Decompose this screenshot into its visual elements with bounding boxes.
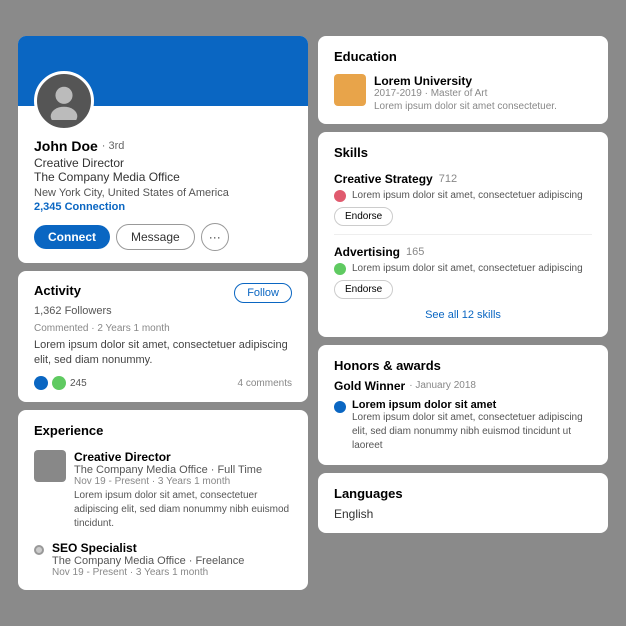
education-school-icon — [334, 74, 366, 106]
experience-dot-icon-1 — [34, 545, 44, 555]
skill-desc-1: Lorem ipsum dolor sit amet, consectetuer… — [334, 263, 592, 275]
languages-title: Languages — [334, 486, 403, 501]
activity-text: Lorem ipsum dolor sit amet, consectetuer… — [34, 338, 292, 369]
skills-section: Skills Creative Strategy 712 Lorem ipsum… — [318, 132, 608, 337]
honors-short-text: Lorem ipsum dolor sit amet — [352, 399, 592, 411]
language-text-0: English — [334, 507, 373, 521]
education-section: Education Lorem University 2017-2019 · M… — [318, 36, 608, 124]
more-button[interactable]: ··· — [201, 223, 229, 251]
honors-dot-icon — [334, 401, 346, 413]
see-all-skills[interactable]: See all 12 skills — [334, 309, 592, 325]
profile-location: New York City, United States of America — [34, 187, 292, 199]
experience-company-0: The Company Media Office · Full Time — [74, 464, 292, 476]
experience-date-1: Nov 19 - Present · 3 Years 1 month — [52, 567, 244, 578]
experience-date-0: Nov 19 - Present · 3 Years 1 month — [74, 476, 292, 487]
languages-section: Languages English — [318, 473, 608, 533]
honors-award-name: Gold Winner — [334, 379, 405, 393]
profile-title: Creative Director — [34, 156, 292, 170]
activity-followers: 1,362 Followers — [34, 305, 292, 317]
experience-card: Experience Creative Director The Company… — [18, 410, 308, 590]
experience-section: Experience Creative Director The Company… — [18, 410, 308, 590]
activity-footer: 245 4 comments — [34, 376, 292, 390]
person-icon — [45, 82, 83, 120]
skill-count-0: 712 — [439, 173, 457, 185]
experience-content-1: SEO Specialist The Company Media Office … — [52, 541, 244, 578]
honors-card: Honors & awards Gold Winner · January 20… — [318, 345, 608, 465]
skill-desc-text-1: Lorem ipsum dolor sit amet, consectetuer… — [352, 263, 583, 274]
skill-dot-icon-0 — [334, 190, 346, 202]
activity-card: Activity Follow 1,362 Followers Commente… — [18, 271, 308, 403]
experience-job-title-1: SEO Specialist — [52, 541, 244, 555]
like-dot-green — [52, 376, 66, 390]
activity-likes: 245 — [34, 376, 87, 390]
profile-name: John Doe — [34, 138, 98, 154]
profile-connections: 2,345 Connection — [34, 201, 292, 213]
profile-actions: Connect Message ··· — [34, 223, 292, 251]
skill-header-1: Advertising 165 — [334, 245, 592, 259]
education-item: Lorem University 2017-2019 · Master of A… — [334, 74, 592, 112]
endorse-button-0[interactable]: Endorse — [334, 207, 393, 226]
connect-button[interactable]: Connect — [34, 225, 110, 249]
education-school-name: Lorem University — [374, 74, 557, 88]
skill-count-1: 165 — [406, 246, 424, 258]
education-date: 2017-2019 · Master of Art — [374, 88, 557, 99]
education-content: Lorem University 2017-2019 · Master of A… — [374, 74, 557, 112]
likes-count: 245 — [70, 378, 87, 389]
profile-banner — [18, 36, 308, 106]
language-item-0: English — [334, 507, 592, 521]
experience-title: Experience — [34, 423, 103, 438]
skill-dot-icon-1 — [334, 263, 346, 275]
education-title: Education — [334, 49, 397, 64]
profile-badge: · 3rd — [102, 140, 125, 152]
message-button[interactable]: Message — [116, 224, 195, 250]
activity-meta: Commented · 2 Years 1 month — [34, 323, 292, 334]
skill-item-0: Creative Strategy 712 Lorem ipsum dolor … — [334, 172, 592, 226]
activity-comments: 4 comments — [238, 378, 292, 389]
honors-title: Honors & awards — [334, 358, 441, 373]
honors-award-row: Gold Winner · January 2018 — [334, 379, 592, 393]
profile-card: John Doe · 3rd Creative Director The Com… — [18, 36, 308, 263]
skills-divider — [334, 234, 592, 235]
experience-company-icon-0 — [34, 450, 66, 482]
more-dots-icon: ··· — [209, 230, 221, 244]
experience-job-title-0: Creative Director — [74, 450, 292, 464]
education-desc: Lorem ipsum dolor sit amet consectetuer. — [374, 101, 557, 112]
honors-award-date: · January 2018 — [409, 380, 476, 391]
experience-item-1: SEO Specialist The Company Media Office … — [34, 541, 292, 578]
right-column: Education Lorem University 2017-2019 · M… — [318, 36, 608, 591]
languages-card: Languages English — [318, 473, 608, 533]
activity-section: Activity Follow 1,362 Followers Commente… — [18, 271, 308, 403]
honors-desc: Lorem ipsum dolor sit amet, consectetuer… — [352, 411, 592, 453]
activity-title: Activity — [34, 283, 81, 298]
skills-title: Skills — [334, 145, 368, 160]
follow-button[interactable]: Follow — [234, 283, 292, 303]
education-card: Education Lorem University 2017-2019 · M… — [318, 36, 608, 124]
skill-item-1: Advertising 165 Lorem ipsum dolor sit am… — [334, 245, 592, 299]
experience-content-0: Creative Director The Company Media Offi… — [74, 450, 292, 531]
activity-header: Activity Follow — [34, 283, 292, 303]
main-container: John Doe · 3rd Creative Director The Com… — [18, 36, 608, 591]
endorse-button-1[interactable]: Endorse — [334, 280, 393, 299]
skill-name-0: Creative Strategy — [334, 172, 433, 186]
skill-desc-text-0: Lorem ipsum dolor sit amet, consectetuer… — [352, 190, 583, 201]
like-dot-blue — [34, 376, 48, 390]
honors-section: Honors & awards Gold Winner · January 20… — [318, 345, 608, 465]
skill-desc-0: Lorem ipsum dolor sit amet, consectetuer… — [334, 190, 592, 202]
experience-company-1: The Company Media Office · Freelance — [52, 555, 244, 567]
avatar — [34, 71, 94, 131]
skill-name-1: Advertising — [334, 245, 400, 259]
experience-item-0: Creative Director The Company Media Offi… — [34, 450, 292, 531]
left-column: John Doe · 3rd Creative Director The Com… — [18, 36, 308, 591]
skills-card: Skills Creative Strategy 712 Lorem ipsum… — [318, 132, 608, 337]
honors-body: Lorem ipsum dolor sit amet Lorem ipsum d… — [334, 399, 592, 453]
honors-text-block: Lorem ipsum dolor sit amet Lorem ipsum d… — [352, 399, 592, 453]
honors-content: Gold Winner · January 2018 Lorem ipsum d… — [334, 379, 592, 453]
experience-desc-0: Lorem ipsum dolor sit amet, consectetuer… — [74, 489, 292, 531]
profile-company: The Company Media Office — [34, 170, 292, 184]
skill-header-0: Creative Strategy 712 — [334, 172, 592, 186]
